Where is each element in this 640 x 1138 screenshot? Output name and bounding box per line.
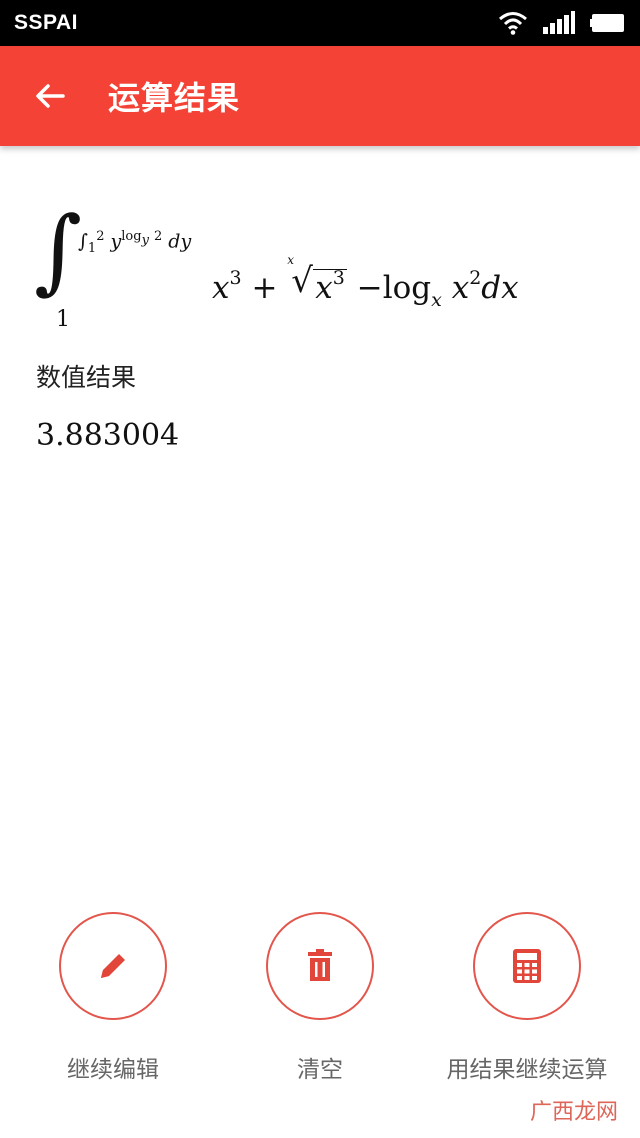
integrand: x3 + x √ x3 −logx x2dx [212, 253, 519, 311]
result-value: 3.883004 [36, 418, 180, 453]
clear-label: 清空 [297, 1057, 343, 1083]
trash-icon [308, 949, 332, 981]
signal-icon [543, 11, 575, 34]
continue-with-result-label: 用结果继续运算 [446, 1057, 608, 1083]
continue-with-result-action: 用结果继续运算 [427, 912, 627, 1092]
arrow-left-icon [36, 84, 65, 108]
carrier-name: SSPAI [14, 11, 78, 34]
pencil-icon [101, 954, 125, 978]
app-bar: 运算结果 [0, 46, 640, 146]
page-title: 运算结果 [108, 79, 241, 117]
continue-edit-button[interactable] [59, 912, 167, 1020]
clear-button[interactable] [266, 912, 374, 1020]
continue-with-result-button[interactable] [473, 912, 581, 1020]
battery-icon [590, 14, 624, 32]
result-label: 数值结果 [36, 363, 137, 392]
clear-action: 清空 [220, 912, 420, 1092]
nth-root: x √ x3 [287, 253, 347, 306]
calculator-icon [513, 949, 541, 983]
formula-display: ∫ 1 ∫12 ylogy 2 dy x3 + x √ x3 −logx x2dx [34, 205, 614, 335]
status-icons [498, 11, 626, 35]
continue-edit-label: 继续编辑 [67, 1057, 159, 1083]
integral-sign: ∫ [34, 197, 82, 304]
status-bar: SSPAI [0, 0, 640, 46]
back-button[interactable] [0, 46, 100, 146]
integral-upper-bound: ∫12 ylogy 2 dy [78, 229, 192, 257]
watermark: 广西龙网 [529, 1100, 618, 1125]
continue-edit-action: 继续编辑 [13, 912, 213, 1092]
integral-lower-bound: 1 [56, 307, 70, 332]
wifi-icon [499, 12, 527, 35]
